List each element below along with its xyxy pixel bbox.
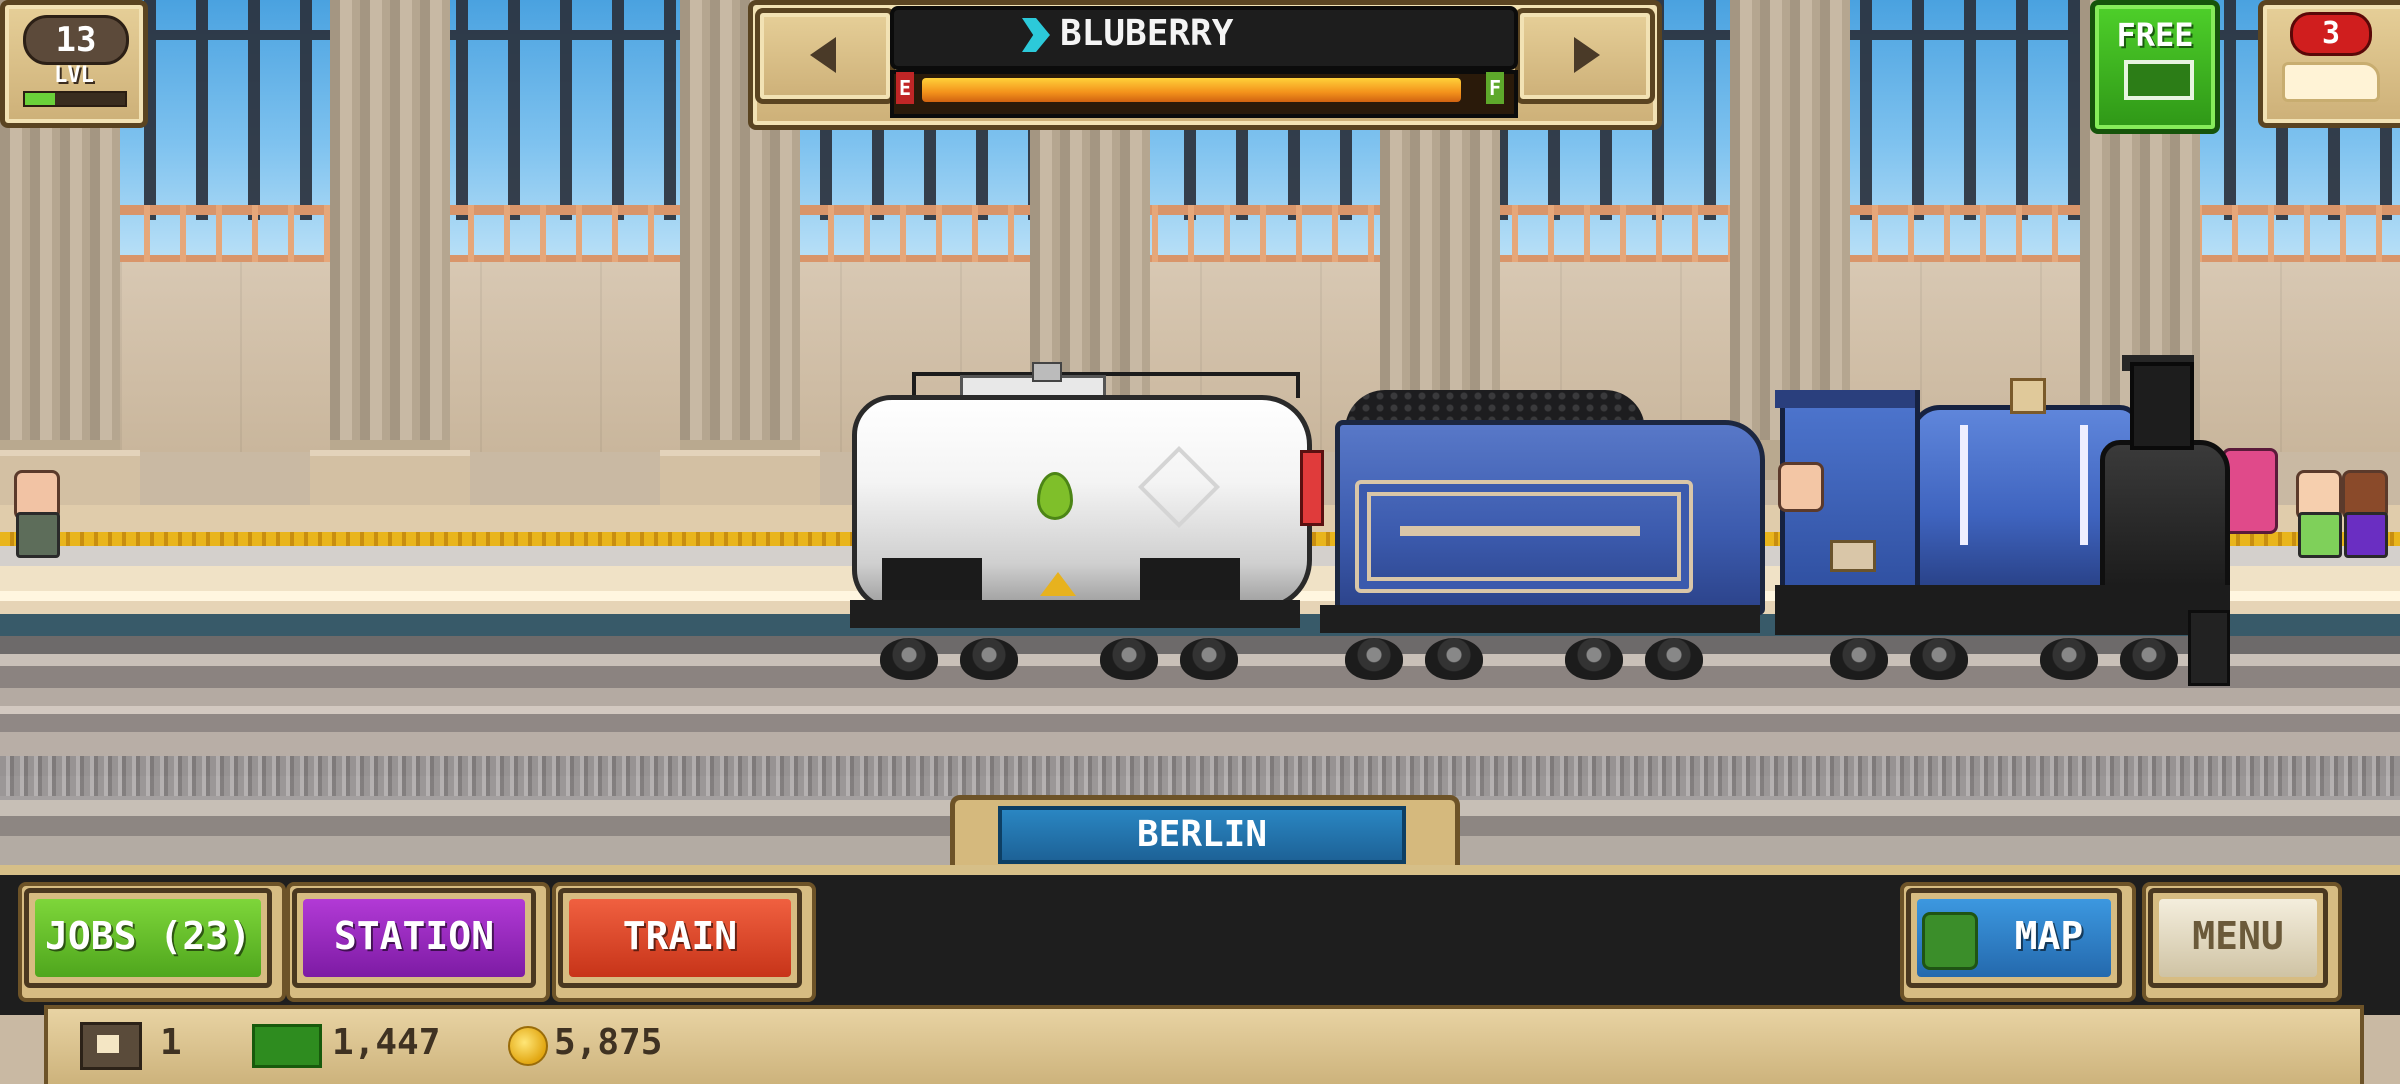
- jobs-button[interactable]: JOBS (23): [24, 888, 272, 988]
- column: [330, 0, 450, 480]
- luggage: [2222, 448, 2278, 534]
- loco-stripe: [1960, 425, 1968, 545]
- wheel: [1345, 638, 1403, 680]
- prev-train-button[interactable]: [755, 8, 895, 104]
- loco-frame: [1775, 585, 2230, 635]
- menu-label: MENU: [2192, 914, 2284, 958]
- loco-nameplate: [1830, 540, 1876, 572]
- coin-amount: 5,875: [554, 1022, 663, 1063]
- trains-count: 3: [2290, 12, 2372, 56]
- wheel: [960, 638, 1018, 680]
- loco-stripe: [2080, 425, 2088, 545]
- train-car-icon: [80, 1022, 142, 1070]
- station-scene: [0, 0, 2400, 870]
- tanker-frame: [850, 600, 1300, 628]
- cash-icon: [2124, 60, 2194, 100]
- cash-amount: 1,447: [332, 1022, 441, 1063]
- tail-light: [1300, 450, 1324, 526]
- passenger-body: [16, 512, 60, 558]
- tender-panel: [1355, 480, 1693, 593]
- level-progress-bar: [23, 91, 127, 107]
- wheel: [1425, 638, 1483, 680]
- loco-roof: [1775, 390, 1915, 408]
- bogie: [882, 558, 982, 602]
- engineer-head: [1778, 462, 1824, 512]
- level-label: LVL: [54, 63, 94, 88]
- arrow-right-icon: [1574, 37, 1600, 73]
- passenger-body: [2344, 512, 2388, 558]
- wheel: [1645, 638, 1703, 680]
- warning-triangle-icon: [1040, 572, 1076, 596]
- station-label: STATION: [333, 914, 495, 958]
- wheel: [880, 638, 938, 680]
- level-number: 13: [23, 15, 129, 65]
- loco-smokebox: [2100, 440, 2230, 600]
- coin-icon: [508, 1026, 548, 1066]
- passenger-body: [2298, 512, 2342, 558]
- wheel: [1910, 638, 1968, 680]
- fuel-gauge-fill: [922, 78, 1462, 102]
- cars-count: 1: [160, 1022, 182, 1063]
- wheel: [2120, 638, 2178, 680]
- station-button[interactable]: STATION: [292, 888, 536, 988]
- cash-icon: [252, 1024, 322, 1068]
- city-name: BERLIN: [998, 806, 1406, 864]
- menu-button[interactable]: MENU: [2148, 888, 2328, 988]
- free-label: FREE: [2116, 16, 2194, 54]
- tanker-cap: [1032, 362, 1062, 382]
- wheel: [1830, 638, 1888, 680]
- tender-trim: [1400, 526, 1640, 536]
- level-badge[interactable]: 13 LVL: [0, 0, 148, 128]
- wheel: [1565, 638, 1623, 680]
- wheel: [1180, 638, 1238, 680]
- tender-frame: [1320, 605, 1760, 633]
- map-label: MAP: [2014, 914, 2084, 958]
- train-button[interactable]: TRAIN: [558, 888, 802, 988]
- bogie: [1140, 558, 1240, 602]
- map-icon: [1922, 912, 1978, 970]
- arrow-left-icon: [810, 37, 836, 73]
- train-label: TRAIN: [622, 914, 738, 958]
- loco-whistle: [2010, 378, 2046, 414]
- wheel: [1100, 638, 1158, 680]
- fuel-empty-label: E: [896, 72, 914, 104]
- train-name: BLUBERRY: [1060, 13, 1234, 54]
- wheel: [2040, 638, 2098, 680]
- track-gravel: [0, 756, 2400, 796]
- fuel-full-label: F: [1486, 72, 1504, 104]
- jobs-label: JOBS (23): [45, 914, 251, 958]
- loco-buffer: [2188, 610, 2230, 686]
- next-train-button[interactable]: [1515, 8, 1655, 104]
- loco-chimney: [2130, 362, 2194, 450]
- train-icon: [2282, 62, 2380, 102]
- level-progress-fill: [25, 93, 55, 105]
